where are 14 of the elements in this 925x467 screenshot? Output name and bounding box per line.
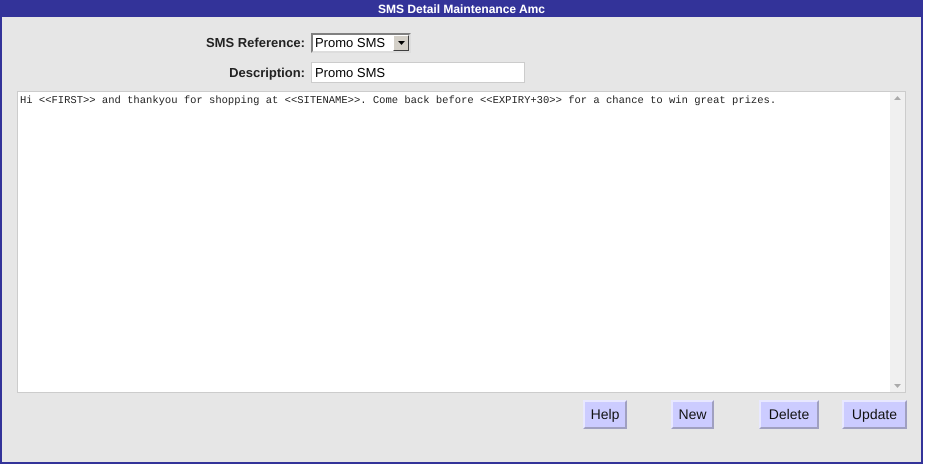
action-button[interactable]: Delete <box>759 400 819 429</box>
message-text-area[interactable]: Hi <<FIRST>> and thankyou for shopping at <<SITENAME>>. Come back before <<EXPIRY+30>> for a chance to win great prizes. <box>17 91 906 393</box>
field-label: SMS Reference: <box>205 34 306 52</box>
action-button[interactable]: Help <box>583 400 627 429</box>
message-text: Hi <<FIRST>> and thankyou for shopping at <<SITENAME>>. Come back before <<EXPIRY+30>> for a chance to win great prizes. <box>19 94 778 109</box>
action-button[interactable]: Update <box>842 400 907 429</box>
window-title: SMS Detail Maintenance Amc <box>2 2 921 17</box>
action-button[interactable]: New <box>671 400 714 429</box>
select-dropdown[interactable]: Promo SMS <box>311 33 411 53</box>
scroll-up-icon[interactable] <box>894 96 901 100</box>
scroll-down-icon[interactable] <box>894 384 901 388</box>
scrollbar[interactable] <box>890 92 905 392</box>
description-field[interactable]: Promo SMS <box>311 62 525 83</box>
field-label: Description: <box>228 64 306 82</box>
